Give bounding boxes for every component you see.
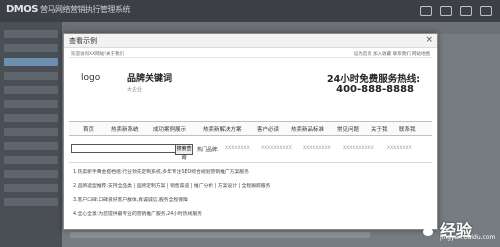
hot-keywords-label: 热门品牌: bbox=[197, 147, 219, 153]
close-icon[interactable]: × bbox=[425, 35, 433, 45]
settings-icon[interactable] bbox=[460, 6, 472, 16]
dialog-title: 查看示例 bbox=[69, 37, 97, 45]
brand-keyword: 品牌关键词 bbox=[127, 74, 173, 84]
sidebar-item[interactable] bbox=[4, 30, 58, 38]
nav-item[interactable]: 热卖新品标准 bbox=[291, 125, 324, 133]
paw-icon bbox=[420, 220, 436, 236]
sidebar-item[interactable] bbox=[4, 72, 58, 80]
nav-item-home[interactable]: 首页 bbox=[83, 125, 94, 133]
watermark-url: jingyan.baidu.com bbox=[440, 234, 496, 241]
sidebar-item[interactable] bbox=[4, 86, 58, 94]
content-line: 2.品牌选型推荐:支持全品类 | 品牌定制方案 | 销售渠道 | 推广分析 | … bbox=[73, 184, 271, 189]
app-brand: DMOS 营马网络营销执行管理系统 bbox=[6, 4, 130, 15]
nav-item[interactable]: 联系我 bbox=[399, 125, 416, 133]
sidebar-item[interactable] bbox=[4, 100, 58, 108]
hot-keyword[interactable]: XXXXXXXXXX bbox=[343, 146, 374, 151]
nav-item[interactable]: 热卖新解决方案 bbox=[203, 125, 242, 133]
content-row bbox=[70, 232, 370, 238]
search-row: 搜索查询 热门品牌: XXXXXXXX XXXXXXXXXX XXXXXXXXX… bbox=[69, 144, 432, 161]
content-line: 4.全心全意:为您提供最专业的营销推广服务,24小时热线服务 bbox=[73, 212, 202, 217]
site-content: 1.热卖新手黄金搭档组:行业领先定制系统,多年专注SEO综合规划营销推广方案服务… bbox=[69, 162, 432, 225]
content-line: 3.客户口碑:口碑良好客户群体,真诚诚信,服务全程保障 bbox=[73, 198, 188, 203]
hotline-number: 400-888-8888 bbox=[336, 84, 414, 95]
hot-keyword[interactable]: XXXXXXXXX bbox=[303, 146, 331, 151]
content-line: 1.热卖新手黄金搭档组:行业领先定制系统,多年专注SEO综合规划营销推广方案服务 bbox=[73, 170, 249, 175]
mail-icon[interactable] bbox=[440, 6, 452, 16]
logout-icon[interactable] bbox=[480, 6, 492, 16]
preview-dialog: 查看示例 × 欢迎访问XX网站!关于我们 设为首页 加入收藏 联系我们 网站地图… bbox=[63, 33, 438, 230]
nav-item[interactable]: 成功案例展示 bbox=[153, 125, 186, 133]
user-icon[interactable] bbox=[420, 6, 432, 16]
nav-item[interactable]: 客户必读 bbox=[257, 125, 279, 133]
app-title: 营马网络营销执行管理系统 bbox=[39, 5, 131, 14]
search-input[interactable] bbox=[71, 144, 177, 153]
topbar-left: 欢迎访问XX网站!关于我们 bbox=[71, 52, 124, 57]
sidebar bbox=[0, 22, 62, 247]
hot-keyword[interactable]: XXXXXXXX bbox=[387, 146, 412, 151]
site-nav: 首页 热卖新系统 成功案例展示 热卖新解决方案 客户必读 热卖新品标准 常见问题… bbox=[69, 121, 432, 136]
sidebar-item[interactable] bbox=[4, 142, 58, 150]
hot-keyword[interactable]: XXXXXXXXXX bbox=[261, 146, 292, 151]
sidebar-item[interactable] bbox=[4, 170, 58, 178]
sidebar-item[interactable] bbox=[4, 44, 58, 52]
app-header: DMOS 营马网络营销执行管理系统 bbox=[0, 0, 500, 22]
nav-item[interactable]: 热卖新系统 bbox=[111, 125, 139, 133]
site-logo[interactable]: logo bbox=[81, 73, 121, 93]
topbar-links[interactable]: 设为首页 加入收藏 联系我们 网站地图 bbox=[354, 51, 430, 57]
site-preview: 欢迎访问XX网站!关于我们 设为首页 加入收藏 联系我们 网站地图 logo 品… bbox=[69, 50, 432, 225]
search-button[interactable]: 搜索查询 bbox=[175, 144, 193, 161]
sidebar-item[interactable] bbox=[4, 184, 58, 192]
watermark: 经验 jingyan.baidu.com bbox=[418, 217, 496, 243]
nav-item[interactable]: 常见问题 bbox=[337, 125, 359, 133]
site-topbar: 欢迎访问XX网站!关于我们 设为首页 加入收藏 联系我们 网站地图 bbox=[69, 50, 432, 58]
dialog-titlebar: 查看示例 × bbox=[64, 34, 437, 48]
sidebar-item[interactable] bbox=[4, 198, 58, 206]
hot-keyword[interactable]: XXXXXXXX bbox=[225, 146, 250, 151]
sidebar-item[interactable] bbox=[4, 156, 58, 164]
hotline-label: 24小时免费服务热线: bbox=[326, 74, 420, 85]
brand-subtitle: 大企业 bbox=[127, 87, 143, 93]
nav-item[interactable]: 关于我 bbox=[371, 125, 388, 133]
sidebar-item[interactable] bbox=[4, 128, 58, 136]
sidebar-item[interactable] bbox=[4, 114, 58, 122]
sidebar-item-active[interactable] bbox=[4, 58, 58, 66]
